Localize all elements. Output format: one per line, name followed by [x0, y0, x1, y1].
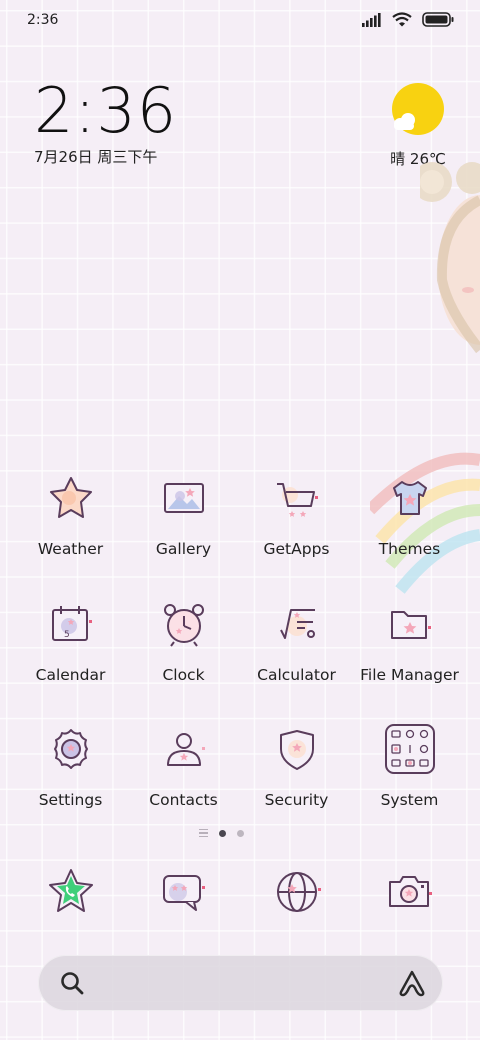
app-getapps[interactable]: GetApps: [240, 466, 353, 576]
page-dot: [237, 829, 244, 837]
app-label: Weather: [37, 540, 104, 558]
status-icons: [362, 12, 454, 27]
cart-icon: [269, 470, 325, 526]
dock-messages[interactable]: [144, 857, 224, 927]
wallpaper-girl-illustration: [420, 162, 480, 354]
system-tools-icon: [382, 721, 438, 777]
search-bar[interactable]: [38, 955, 443, 1011]
app-label: Gallery: [155, 540, 212, 558]
status-bar: 2:36: [0, 0, 480, 44]
app-weather[interactable]: Weather: [14, 466, 127, 576]
clock-widget-date: 7月26日 周三下午: [34, 148, 158, 166]
dock-phone[interactable]: [31, 857, 111, 927]
alarm-clock-icon: [156, 596, 212, 652]
weather-star-icon: [43, 470, 99, 526]
dock-camera[interactable]: [370, 857, 450, 927]
camera-icon: [389, 876, 432, 907]
app-label: Settings: [38, 791, 103, 809]
gear-icon: [43, 721, 99, 777]
app-file-manager[interactable]: File Manager: [353, 592, 466, 702]
phone-icon: [49, 869, 93, 912]
weather-widget[interactable]: 晴 26℃: [378, 82, 458, 172]
app-label: Security: [264, 791, 329, 809]
signal-icon: [362, 12, 381, 27]
app-gallery[interactable]: Gallery: [127, 466, 240, 576]
clock-widget[interactable]: 2:36 7月26日 周三下午: [34, 78, 214, 173]
assistant-icon[interactable]: [397, 968, 427, 998]
app-label: Contacts: [149, 791, 218, 809]
page-indicator[interactable]: [199, 829, 244, 837]
app-label: System: [380, 791, 439, 809]
app-label: Calculator: [257, 666, 336, 684]
calendar-day-number: 5: [64, 630, 70, 640]
folder-icon: [382, 596, 438, 652]
app-label: Calendar: [35, 666, 106, 684]
app-label: GetApps: [263, 540, 330, 558]
app-label: Clock: [162, 666, 205, 684]
calendar-icon: 5: [43, 596, 99, 652]
calculator-icon: [269, 596, 325, 652]
app-system[interactable]: System: [353, 717, 466, 827]
app-clock[interactable]: Clock: [127, 592, 240, 702]
app-security[interactable]: Security: [240, 717, 353, 827]
app-calculator[interactable]: Calculator: [240, 592, 353, 702]
dock-browser[interactable]: [257, 857, 337, 927]
app-contacts[interactable]: Contacts: [127, 717, 240, 827]
sunny-cloud-icon: [392, 83, 444, 135]
app-label: File Manager: [360, 666, 459, 684]
app-calendar[interactable]: 5 Calendar: [14, 592, 127, 702]
tshirt-icon: [382, 470, 438, 526]
wifi-icon: [392, 12, 412, 27]
browser-icon: [277, 872, 321, 912]
page-dot-active: [219, 829, 226, 837]
app-themes[interactable]: Themes: [353, 466, 466, 576]
app-label: Themes: [378, 540, 441, 558]
shield-icon: [269, 721, 325, 777]
gallery-icon: [156, 470, 212, 526]
message-icon: [163, 875, 205, 911]
status-time: 2:36: [27, 12, 59, 28]
app-settings[interactable]: Settings: [14, 717, 127, 827]
clock-widget-time: 2:36: [34, 74, 178, 147]
app-drawer-lines-icon: [199, 829, 208, 837]
battery-icon: [422, 12, 454, 27]
person-icon: [156, 721, 212, 777]
search-icon[interactable]: [58, 969, 86, 997]
